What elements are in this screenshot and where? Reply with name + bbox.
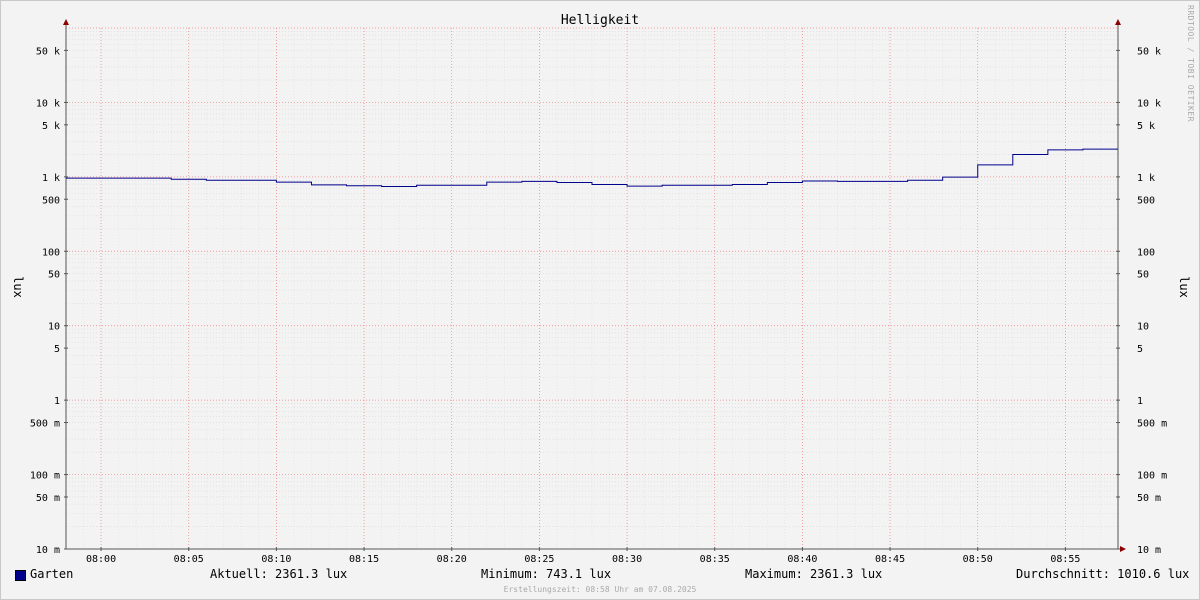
footer-timestamp: Erstellungszeit: 08:58 Uhr am 07.08.2025 <box>503 585 697 594</box>
y-tick-label-left: 10 <box>48 322 60 333</box>
x-tick-label: 08:25 <box>524 554 554 565</box>
legend-maximum: Maximum: 2361.3 lux <box>745 567 883 581</box>
y-tick-label-left: 10 k <box>36 98 60 109</box>
legend-average: Durchschnitt: 1010.6 lux <box>1016 567 1190 581</box>
y-axis-arrow-left <box>63 19 69 25</box>
y-tick-label-right: 50 k <box>1137 46 1161 57</box>
y-tick-label-left: 5 k <box>42 121 60 132</box>
y-tick-label-right: 5 <box>1137 344 1143 355</box>
chart-canvas: 50 k 50 k10 k 10 k5 k5 k1 k1 k500 500100 100… <box>11 13 1191 565</box>
y-tick-label-right: 100 m <box>1137 471 1167 482</box>
axes <box>63 19 1126 552</box>
y-tick-label-right: 10 <box>1137 322 1149 333</box>
x-tick-label: 08:20 <box>437 554 467 565</box>
y-tick-label-left: 1 <box>54 396 60 407</box>
x-tick-label: 08:15 <box>349 554 379 565</box>
watermark: RRDTOOL / TOBI OETIKER <box>1186 5 1195 122</box>
y-tick-label-left: 100 m <box>30 471 60 482</box>
y-tick-label-right: 500 <box>1137 195 1155 206</box>
legend-series-name: Garten <box>30 567 74 581</box>
y-tick-label-left: 10 m <box>36 545 60 556</box>
legend-minimum: Minimum: 743.1 lux <box>481 567 612 581</box>
y-tick-label-right: 1 k <box>1137 173 1155 184</box>
legend-current: Aktuell: 2361.3 lux <box>210 567 348 581</box>
y-tick-label-left: 500 <box>42 195 60 206</box>
grid <box>65 27 1119 550</box>
legend-swatch <box>15 570 26 581</box>
y-tick-label-left: 500 m <box>30 419 60 430</box>
y-tick-label-left: 50 <box>48 270 60 281</box>
y-tick-label-left: 50 k <box>36 46 60 57</box>
y-tick-label-left: 100 <box>42 247 60 258</box>
y-tick-label-right: 100 <box>1137 247 1155 258</box>
y-tick-label-right: 10 k <box>1137 98 1161 109</box>
x-tick-label: 08:00 <box>86 554 116 565</box>
y-tick-label-right: 50 <box>1137 270 1149 281</box>
y-tick-label-right: 10 m <box>1137 545 1161 556</box>
y-tick-label-right: 500 m <box>1137 419 1167 430</box>
x-tick-label: 08:40 <box>787 554 817 565</box>
y-tick-label-right: 5 k <box>1137 121 1155 132</box>
y-tick-label-right: 50 m <box>1137 493 1161 504</box>
x-tick-label: 08:05 <box>174 554 204 565</box>
y-tick-label-left: 1 k <box>42 173 60 184</box>
x-tick-label: 08:35 <box>700 554 730 565</box>
y-tick-label-left: 5 <box>54 344 60 355</box>
y-axis-label-left: lux <box>11 276 25 298</box>
tick-labels: 50 k 50 k10 k 10 k5 k5 k1 k1 k500 500100 100… <box>30 46 1167 565</box>
y-axis-label-right: lux <box>1177 276 1191 298</box>
chart-title: Helligkeit <box>561 13 639 28</box>
x-tick-label: 08:55 <box>1050 554 1080 565</box>
x-axis-arrow <box>1120 546 1126 552</box>
x-tick-label: 08:45 <box>875 554 905 565</box>
x-tick-label: 08:10 <box>261 554 291 565</box>
y-tick-label-left: 50 m <box>36 493 60 504</box>
x-tick-label: 08:50 <box>963 554 993 565</box>
y-axis-arrow-right <box>1115 19 1121 25</box>
x-tick-label: 08:30 <box>612 554 642 565</box>
y-tick-label-right: 1 <box>1137 396 1143 407</box>
